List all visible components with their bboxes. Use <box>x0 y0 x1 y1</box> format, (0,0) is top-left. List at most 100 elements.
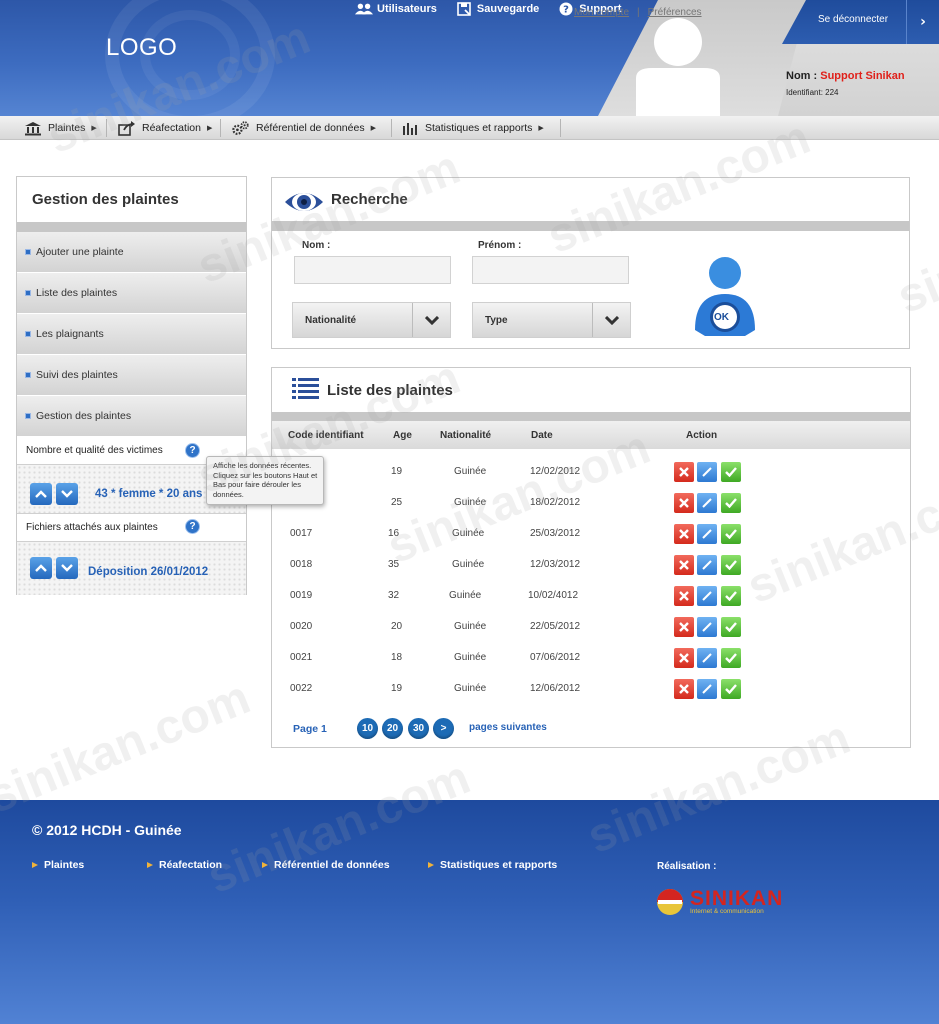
brand-tagline: Internet & communication <box>690 908 764 915</box>
nationalite-select[interactable]: Nationalité <box>292 302 451 338</box>
svg-text:?: ? <box>563 5 569 16</box>
sidebar-item-label: Les plaignants <box>36 328 104 340</box>
nationality-cell: Guinée <box>449 590 482 601</box>
footer-link-referentiel[interactable]: Référentiel de données <box>262 859 390 871</box>
table-row[interactable]: 0017 16 Guinée 25/03/2012 <box>272 519 910 550</box>
save-icon <box>455 2 473 16</box>
scroll-up-button[interactable] <box>30 557 52 579</box>
table-row[interactable]: 0018 35 Guinée 12/03/2012 <box>272 550 910 581</box>
table-row[interactable]: 0019 32 Guinée 10/02/4012 <box>272 581 910 612</box>
delete-button[interactable] <box>674 586 694 606</box>
sidebar-item-plaignants[interactable]: Les plaignants <box>17 314 246 355</box>
edit-button[interactable] <box>697 493 717 513</box>
validate-button[interactable] <box>721 462 741 482</box>
help-icon[interactable]: ? <box>185 519 200 534</box>
caret-right-icon: ▶ <box>538 125 544 132</box>
table-row[interactable]: 19 Guinée 12/02/2012 <box>272 457 910 488</box>
page-indicator: Page 1 <box>293 723 327 735</box>
edit-button[interactable] <box>697 617 717 637</box>
page-button-20[interactable]: 20 <box>382 718 403 739</box>
search-ok-button[interactable]: OK <box>691 256 759 338</box>
menu-item-reafectation-label: Réafectation <box>142 122 201 134</box>
table-row[interactable]: 25 Guinée 18/02/2012 <box>272 488 910 519</box>
edit-button[interactable] <box>697 555 717 575</box>
ok-label: OK <box>714 312 729 323</box>
check-icon <box>725 622 737 632</box>
footer-link-statistiques[interactable]: Statistiques et rapports <box>428 859 557 871</box>
prenom-input[interactable] <box>472 256 629 284</box>
edit-button[interactable] <box>697 462 717 482</box>
validate-button[interactable] <box>721 617 741 637</box>
logout-link[interactable]: Se déconnecter <box>818 14 888 25</box>
check-icon <box>725 653 737 663</box>
delete-button[interactable] <box>674 679 694 699</box>
help-icon[interactable]: ? <box>185 443 200 458</box>
nom-input[interactable] <box>294 256 451 284</box>
type-select-label: Type <box>485 314 508 326</box>
menu-item-reafectation[interactable]: Réafectation ▶ <box>118 116 212 140</box>
square-bullet-icon <box>25 331 31 337</box>
next-page-button[interactable]: > <box>433 718 454 739</box>
validate-button[interactable] <box>721 493 741 513</box>
delete-button[interactable] <box>674 493 694 513</box>
nationality-cell: Guinée <box>454 621 487 632</box>
scroll-down-button[interactable] <box>56 483 78 505</box>
delete-button[interactable] <box>674 617 694 637</box>
realisation-label: Réalisation : <box>657 861 717 872</box>
preferences-link[interactable]: Préférences <box>648 7 702 18</box>
pencil-icon <box>702 467 712 477</box>
table-row[interactable]: 0022 19 Guinée 12/06/2012 <box>272 674 910 705</box>
type-select[interactable]: Type <box>472 302 631 338</box>
page-button-30[interactable]: 30 <box>408 718 429 739</box>
delete-button[interactable] <box>674 524 694 544</box>
sidebar-item-ajouter-plainte[interactable]: Ajouter une plainte <box>17 232 246 273</box>
validate-button[interactable] <box>721 586 741 606</box>
footer-link-plaintes[interactable]: Plaintes <box>32 859 84 871</box>
scroll-up-button[interactable] <box>30 483 52 505</box>
menu-item-referentiel[interactable]: Référentiel de données ▶ <box>232 116 376 140</box>
arrow-right-icon <box>428 862 434 868</box>
edit-button[interactable] <box>697 524 717 544</box>
sidebar-item-gestion-plaintes[interactable]: Gestion des plaintes <box>17 396 246 437</box>
logout-arrow-button[interactable]: › <box>906 0 939 44</box>
edit-button[interactable] <box>697 679 717 699</box>
sidebar-item-label: Liste des plaintes <box>36 287 118 299</box>
check-icon <box>725 560 737 570</box>
next-pages-link[interactable]: pages suivantes <box>469 722 547 733</box>
edit-button[interactable] <box>697 586 717 606</box>
date-cell: 12/06/2012 <box>530 683 581 694</box>
search-title: Recherche <box>331 191 408 208</box>
validate-button[interactable] <box>721 555 741 575</box>
scroll-down-button[interactable] <box>56 557 78 579</box>
validate-button[interactable] <box>721 648 741 668</box>
footer-link-reafectation[interactable]: Réafectation <box>147 859 222 871</box>
validate-button[interactable] <box>721 679 741 699</box>
user-name-value: Support Sinikan <box>820 70 905 82</box>
victims-widget-title: Nombre et qualité des victimes <box>26 445 163 456</box>
delete-button[interactable] <box>674 555 694 575</box>
logo[interactable]: LOGO <box>106 34 177 62</box>
date-cell: 12/03/2012 <box>530 559 581 570</box>
check-icon <box>725 529 737 539</box>
edit-button[interactable] <box>697 648 717 668</box>
topnav-users[interactable]: Utilisateurs <box>355 2 437 16</box>
delete-button[interactable] <box>674 462 694 482</box>
list-icon <box>292 378 319 399</box>
user-name: Nom : Support Sinikan <box>786 70 905 82</box>
arrow-right-icon <box>147 862 153 868</box>
validate-button[interactable] <box>721 524 741 544</box>
sidebar-item-suivi-plaintes[interactable]: Suivi des plaintes <box>17 355 246 396</box>
my-account-link[interactable]: Mon compte <box>574 7 629 18</box>
sidebar: Gestion des plaintes Ajouter une plainte… <box>16 176 247 595</box>
date-cell: 18/02/2012 <box>530 497 581 508</box>
delete-button[interactable] <box>674 648 694 668</box>
menu-item-statistiques[interactable]: Statistiques et rapports ▶ <box>401 116 544 140</box>
nationality-cell: Guinée <box>452 528 485 539</box>
table-row[interactable]: 0021 18 Guinée 07/06/2012 <box>272 643 910 674</box>
menu-item-plaintes[interactable]: Plaintes ▶ <box>24 116 97 140</box>
table-header: Code identifiant Age Nationalité Date Ac… <box>272 421 910 449</box>
table-row[interactable]: 0020 20 Guinée 22/05/2012 <box>272 612 910 643</box>
sidebar-item-liste-plaintes[interactable]: Liste des plaintes <box>17 273 246 314</box>
topnav-save[interactable]: Sauvegarde <box>455 2 539 16</box>
page-button-10[interactable]: 10 <box>357 718 378 739</box>
